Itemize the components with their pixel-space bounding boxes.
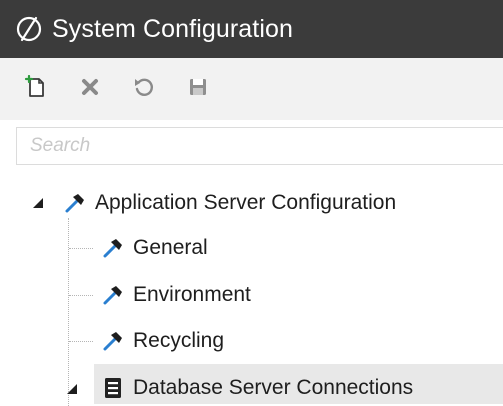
- tree-node-application-server-configuration[interactable]: Application Server Configuration: [62, 185, 396, 221]
- tree-node-recycling[interactable]: Recycling: [100, 323, 224, 359]
- hammer-icon: [62, 190, 88, 216]
- tree-node-database-server-connections[interactable]: Database Server Connections: [100, 370, 413, 406]
- refresh-icon: [132, 75, 156, 104]
- configuration-tree: Application Server Configuration General…: [0, 178, 503, 406]
- tree-node-label: Environment: [133, 283, 251, 306]
- tree-node-label: General: [133, 236, 208, 259]
- tree-node-label: Database Server Connections: [133, 376, 414, 399]
- new-document-icon: [24, 74, 48, 104]
- hammer-icon: [100, 328, 126, 354]
- tree-node-label: Application Server Configuration: [95, 191, 397, 214]
- expand-toggle-database[interactable]: [65, 382, 79, 396]
- refresh-button[interactable]: [130, 75, 158, 103]
- expand-toggle-root[interactable]: [31, 196, 45, 210]
- tree-node-label: Recycling: [133, 329, 225, 352]
- title-bar: System Configuration: [0, 0, 503, 58]
- app-logo-icon: [12, 12, 46, 46]
- save-disk-icon: [187, 76, 209, 103]
- delete-x-icon: [80, 77, 100, 102]
- new-button[interactable]: [22, 74, 50, 104]
- toolbar: [0, 58, 503, 120]
- search-box: [16, 127, 503, 165]
- tree-node-general[interactable]: General: [100, 230, 208, 266]
- hammer-icon: [100, 282, 126, 308]
- tree-guide-connector: [69, 295, 93, 296]
- tree-guide-connector: [69, 248, 93, 249]
- tree-guide-connector: [69, 341, 93, 342]
- tree-guide-line: [68, 218, 69, 406]
- server-icon: [100, 375, 126, 401]
- collapse-triangle-icon: [67, 384, 77, 394]
- tree-node-environment[interactable]: Environment: [100, 277, 251, 313]
- window-title: System Configuration: [52, 14, 294, 43]
- save-button[interactable]: [184, 75, 212, 103]
- collapse-triangle-icon: [33, 198, 43, 208]
- delete-button[interactable]: [76, 75, 104, 103]
- hammer-icon: [100, 235, 126, 261]
- search-input[interactable]: [17, 128, 503, 164]
